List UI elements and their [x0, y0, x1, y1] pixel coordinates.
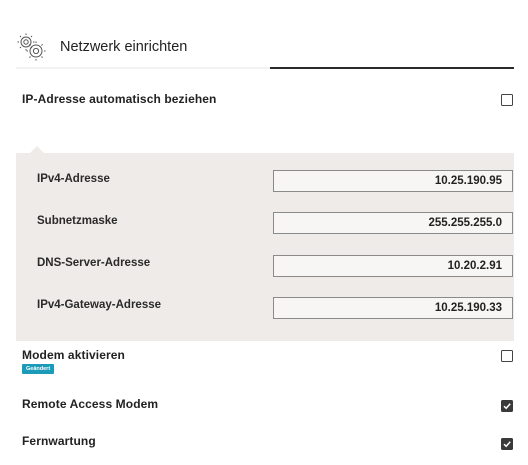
changed-badge: Geändert: [22, 364, 55, 374]
check-icon: [503, 403, 511, 410]
subnet-input[interactable]: 255.255.255.0: [273, 212, 513, 234]
panel-pointer: [30, 146, 44, 153]
fernwartung-checkbox[interactable]: [501, 438, 513, 450]
fernwartung-label: Fernwartung: [22, 434, 96, 448]
auto-ip-label: IP-Adresse automatisch beziehen: [22, 92, 217, 106]
gateway-input[interactable]: 10.25.190.33: [273, 297, 513, 319]
auto-ip-checkbox[interactable]: [501, 94, 513, 106]
dns-input[interactable]: 10.20.2.91: [273, 255, 513, 277]
gears-icon: [17, 33, 46, 61]
ipv4-input[interactable]: 10.25.190.95: [273, 170, 513, 192]
check-icon: [503, 441, 511, 448]
dns-label: DNS-Server-Adresse: [37, 257, 151, 269]
header-divider-gap: [16, 67, 270, 69]
modem-label: Modem aktivieren: [22, 348, 125, 362]
gateway-label: IPv4-Gateway-Adresse: [37, 299, 162, 311]
remote-access-label: Remote Access Modem: [22, 397, 159, 411]
modem-checkbox[interactable]: [501, 350, 513, 362]
subnet-label: Subnetzmaske: [37, 215, 118, 227]
remote-access-checkbox[interactable]: [501, 400, 513, 412]
page-header: Netzwerk einrichten: [16, 27, 514, 67]
ipv4-label: IPv4-Adresse: [37, 173, 110, 185]
page-title: Netzwerk einrichten: [60, 39, 188, 55]
